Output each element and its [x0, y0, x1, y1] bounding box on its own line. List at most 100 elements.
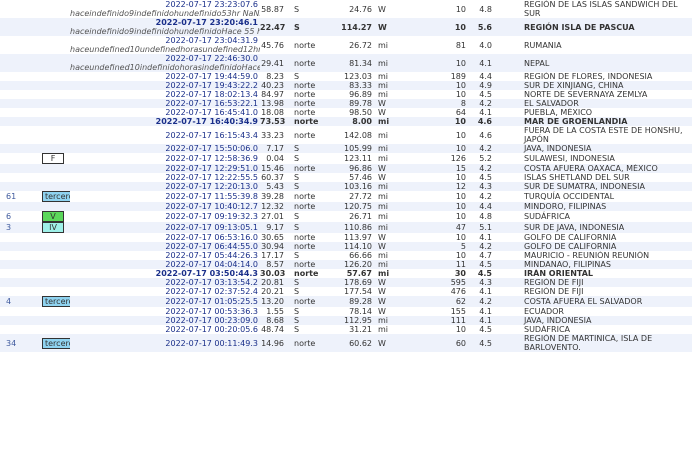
- table-row[interactable]: 2022-07-17 18:02:13.4 84.97 norte 96.89 mi 10…: [0, 90, 692, 99]
- felt-reports-count[interactable]: [0, 126, 42, 144]
- table-row[interactable]: 4tercero2022-07-17 01:05:25.513.20norte8…: [0, 296, 692, 307]
- event-time-link[interactable]: 2022-07-17 12:22:55.5: [70, 173, 258, 182]
- event-time-cell[interactable]: 2022-07-17 03:50:44.3: [70, 269, 260, 278]
- event-time-cell[interactable]: 2022-07-17 06:53:16.0: [70, 233, 260, 242]
- felt-reports-count[interactable]: [0, 164, 42, 173]
- event-time-link[interactable]: 2022-07-17 10:40:12.7: [70, 202, 258, 211]
- event-time-cell[interactable]: 2022-07-17 18:02:13.4: [70, 90, 260, 99]
- table-row[interactable]: 2022-07-17 22:46:30.0 haceundefined10inde…: [0, 54, 692, 72]
- table-row[interactable]: 2022-07-17 15:50:06.0 7.17 S 105.99 mi 10 4.2 J…: [0, 144, 692, 153]
- felt-reports-count[interactable]: [0, 54, 42, 72]
- event-time-link[interactable]: 2022-07-17 00:11:49.3: [70, 339, 258, 348]
- event-time-link[interactable]: 2022-07-17 23:23:07.6: [70, 0, 258, 9]
- felt-reports-count[interactable]: [0, 287, 42, 296]
- table-row[interactable]: F 2022-07-17 12:58:36.9 0.04 S 123.11 mi 126 5.…: [0, 153, 692, 164]
- event-time-cell[interactable]: 2022-07-17 16:15:43.4: [70, 126, 260, 144]
- event-time-cell[interactable]: 2022-07-17 11:55:39.8: [70, 191, 260, 202]
- event-time-link[interactable]: 2022-07-17 18:02:13.4: [70, 90, 258, 99]
- event-time-link[interactable]: 2022-07-17 01:05:25.5: [70, 297, 258, 306]
- table-row[interactable]: 2022-07-17 16:45:41.0 18.08 norte 98.50 W 64 4…: [0, 108, 692, 117]
- event-time-link[interactable]: 2022-07-17 16:40:34.9: [70, 117, 258, 126]
- felt-reports-count[interactable]: [0, 242, 42, 251]
- event-time-link[interactable]: 2022-07-17 04:04:14.0: [70, 260, 258, 269]
- event-time-cell[interactable]: 2022-07-17 15:50:06.0: [70, 144, 260, 153]
- felt-reports-count[interactable]: [0, 72, 42, 81]
- event-time-cell[interactable]: 2022-07-17 10:40:12.7: [70, 202, 260, 211]
- event-time-cell[interactable]: 2022-07-17 01:05:25.5: [70, 296, 260, 307]
- table-row[interactable]: 61tercero2022-07-17 11:55:39.839.28 norte…: [0, 191, 692, 202]
- event-time-cell[interactable]: 2022-07-17 19:43:22.2: [70, 81, 260, 90]
- event-time-cell[interactable]: 2022-07-17 00:20:05.6: [70, 325, 260, 334]
- event-time-cell[interactable]: 2022-07-17 12:58:36.9: [70, 153, 260, 164]
- table-row[interactable]: 2022-07-17 23:20:46.1 haceindefinido9inde…: [0, 18, 692, 36]
- table-row[interactable]: 2022-07-17 00:23:09.0 8.68 S 112.95 mi 111 4.1…: [0, 316, 692, 325]
- event-time-link[interactable]: 2022-07-17 09:19:32.3: [70, 212, 258, 221]
- event-time-link[interactable]: 2022-07-17 12:20:13.0: [70, 182, 258, 191]
- felt-reports-count[interactable]: [0, 233, 42, 242]
- event-time-link[interactable]: 2022-07-17 03:50:44.3: [70, 269, 258, 278]
- felt-reports-count[interactable]: [0, 307, 42, 316]
- event-time-cell[interactable]: 2022-07-17 02:37:52.4: [70, 287, 260, 296]
- event-time-cell[interactable]: 2022-07-17 12:29:51.0: [70, 164, 260, 173]
- felt-reports-count[interactable]: [0, 18, 42, 36]
- felt-reports-count[interactable]: [0, 99, 42, 108]
- felt-reports-count[interactable]: [0, 173, 42, 182]
- felt-reports-count[interactable]: 4: [0, 296, 42, 307]
- table-row[interactable]: 2022-07-17 10:40:12.7 12.32 norte 120.75 mi 1…: [0, 202, 692, 211]
- table-row[interactable]: 2022-07-17 23:04:31.9 haceundefined10unde…: [0, 36, 692, 54]
- event-time-cell[interactable]: 2022-07-17 22:46:30.0 haceundefined10inde…: [70, 54, 260, 72]
- table-row[interactable]: 2022-07-17 23:23:07.6 haceindefinido9inde…: [0, 0, 692, 18]
- event-time-link[interactable]: 2022-07-17 15:50:06.0: [70, 144, 258, 153]
- table-row[interactable]: 2022-07-17 03:50:44.3 30.03 norte 57.67 mi 30…: [0, 269, 692, 278]
- event-time-link[interactable]: 2022-07-17 09:13:05.1: [70, 223, 258, 232]
- table-row[interactable]: 2022-07-17 19:44:59.0 8.23 S 123.03 mi 189 4.4…: [0, 72, 692, 81]
- table-row[interactable]: 2022-07-17 02:37:52.4 20.21 S 177.54 W 476 4.1…: [0, 287, 692, 296]
- felt-reports-count[interactable]: [0, 202, 42, 211]
- event-time-link[interactable]: 2022-07-17 22:46:30.0: [70, 54, 258, 63]
- event-time-cell[interactable]: 2022-07-17 23:20:46.1 haceindefinido9inde…: [70, 18, 260, 36]
- table-row[interactable]: 2022-07-17 12:22:55.5 60.37 S 57.46 W 10 4.5 IS…: [0, 173, 692, 182]
- event-time-cell[interactable]: 2022-07-17 16:53:22.1: [70, 99, 260, 108]
- table-row[interactable]: 2022-07-17 06:44:55.0 30.94 norte 114.10 W 5 4…: [0, 242, 692, 251]
- event-time-cell[interactable]: 2022-07-17 00:11:49.3: [70, 334, 260, 352]
- event-time-cell[interactable]: 2022-07-17 09:19:32.3: [70, 211, 260, 222]
- event-time-link[interactable]: 2022-07-17 19:44:59.0: [70, 72, 258, 81]
- felt-reports-count[interactable]: 6: [0, 211, 42, 222]
- felt-reports-count[interactable]: [0, 0, 42, 18]
- felt-reports-count[interactable]: [0, 108, 42, 117]
- felt-reports-count[interactable]: [0, 81, 42, 90]
- felt-reports-count[interactable]: [0, 325, 42, 334]
- event-time-cell[interactable]: 2022-07-17 12:20:13.0: [70, 182, 260, 191]
- event-time-link[interactable]: 2022-07-17 16:45:41.0: [70, 108, 258, 117]
- table-row[interactable]: 2022-07-17 12:29:51.0 15.46 norte 96.86 W 15 4…: [0, 164, 692, 173]
- table-row[interactable]: 2022-07-17 00:20:05.6 48.74 S 31.21 mi 10 4.5 S…: [0, 325, 692, 334]
- table-row[interactable]: 2022-07-17 00:53:36.3 1.55 S 78.14 W 155 4.1 EC…: [0, 307, 692, 316]
- table-row[interactable]: 2022-07-17 05:44:26.3 17.17 S 66.66 mi 10 4.7 M…: [0, 251, 692, 260]
- event-time-cell[interactable]: 2022-07-17 23:04:31.9 haceundefined10unde…: [70, 36, 260, 54]
- event-time-link[interactable]: 2022-07-17 02:37:52.4: [70, 287, 258, 296]
- event-time-link[interactable]: 2022-07-17 19:43:22.2: [70, 81, 258, 90]
- event-time-cell[interactable]: 2022-07-17 09:13:05.1: [70, 222, 260, 233]
- table-row[interactable]: 2022-07-17 16:40:34.9 73.53 norte 8.00 mi 10 4…: [0, 117, 692, 126]
- event-time-link[interactable]: 2022-07-17 12:58:36.9: [70, 154, 258, 163]
- event-time-cell[interactable]: 2022-07-17 16:45:41.0: [70, 108, 260, 117]
- felt-reports-count[interactable]: [0, 117, 42, 126]
- table-row[interactable]: 2022-07-17 16:53:22.1 13.98 norte 89.78 W 8 4.…: [0, 99, 692, 108]
- felt-reports-count[interactable]: [0, 90, 42, 99]
- felt-reports-count[interactable]: [0, 269, 42, 278]
- event-time-cell[interactable]: 2022-07-17 03:13:54.2: [70, 278, 260, 287]
- event-time-link[interactable]: 2022-07-17 11:55:39.8: [70, 192, 258, 201]
- felt-reports-count[interactable]: 34: [0, 334, 42, 352]
- event-time-link[interactable]: 2022-07-17 05:44:26.3: [70, 251, 258, 260]
- intensity-badge[interactable]: IV: [42, 222, 64, 233]
- event-time-link[interactable]: 2022-07-17 23:04:31.9: [70, 36, 258, 45]
- intensity-badge[interactable]: tercero: [42, 191, 70, 202]
- event-time-link[interactable]: 2022-07-17 00:23:09.0: [70, 316, 258, 325]
- table-row[interactable]: 2022-07-17 19:43:22.2 40.23 norte 83.33 mi 10…: [0, 81, 692, 90]
- event-time-cell[interactable]: 2022-07-17 06:44:55.0: [70, 242, 260, 251]
- intensity-badge[interactable]: tercero: [42, 337, 70, 349]
- event-time-link[interactable]: 2022-07-17 00:53:36.3: [70, 307, 258, 316]
- intensity-badge[interactable]: V: [42, 211, 64, 222]
- intensity-badge[interactable]: F: [42, 153, 64, 164]
- felt-reports-count[interactable]: [0, 144, 42, 153]
